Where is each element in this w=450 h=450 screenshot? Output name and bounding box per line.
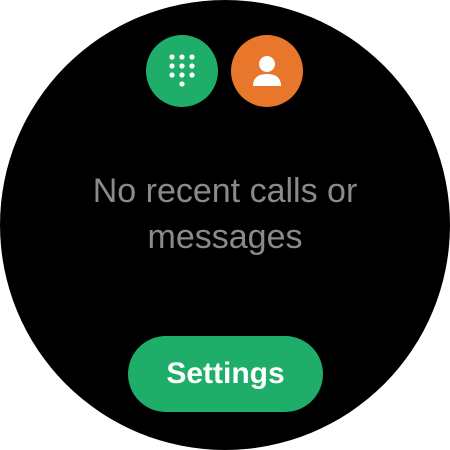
- dialpad-icon: [169, 54, 195, 87]
- empty-state-message: No recent calls or messages: [92, 172, 358, 256]
- contacts-button[interactable]: [231, 35, 303, 107]
- watch-screen: No recent calls or messages Settings: [0, 0, 450, 450]
- dialpad-button[interactable]: [146, 35, 218, 107]
- contact-person-icon: [253, 56, 281, 86]
- settings-button[interactable]: Settings: [128, 336, 323, 412]
